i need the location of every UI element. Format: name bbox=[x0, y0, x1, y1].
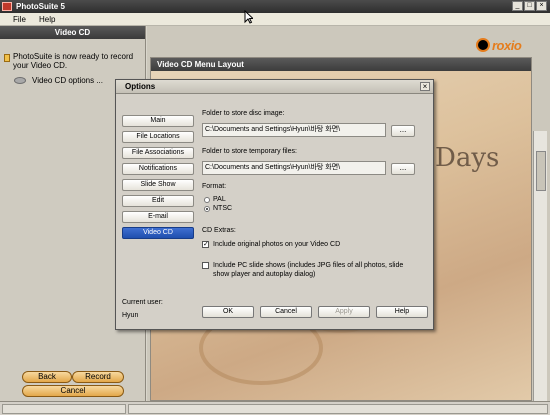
back-button[interactable]: Back bbox=[22, 371, 72, 383]
current-user-value: Hyun bbox=[122, 312, 139, 319]
include-original-checkbox[interactable]: ✓ bbox=[202, 241, 209, 248]
disc-image-path-input[interactable]: C:\Documents and Settings\Hyun\바탕 화면\ bbox=[202, 123, 386, 137]
info-icon bbox=[4, 54, 10, 62]
temp-files-path-input[interactable]: C:\Documents and Settings\Hyun\바탕 화면\ bbox=[202, 161, 386, 175]
menu-file[interactable]: File bbox=[13, 15, 26, 24]
temp-files-label: Folder to store temporary files: bbox=[202, 148, 297, 155]
nav-file-locations[interactable]: File Locations bbox=[122, 131, 194, 143]
nav-file-associations[interactable]: File Associations bbox=[122, 147, 194, 159]
roxio-logo: roxio bbox=[476, 36, 538, 56]
disc-image-label: Folder to store disc image: bbox=[202, 110, 285, 117]
mouse-cursor-icon bbox=[244, 10, 253, 24]
include-original-label: Include original photos on your Video CD bbox=[213, 241, 341, 248]
apply-button[interactable]: Apply bbox=[318, 306, 370, 318]
help-button[interactable]: Help bbox=[376, 306, 428, 318]
temp-files-browse-button[interactable]: ... bbox=[391, 163, 415, 175]
record-button[interactable]: Record bbox=[72, 371, 124, 383]
close-button[interactable]: × bbox=[536, 1, 547, 11]
nav-email[interactable]: E-mail bbox=[122, 211, 194, 223]
radio-pal-label: PAL bbox=[213, 196, 226, 203]
current-user-label: Current user: bbox=[122, 299, 163, 306]
minimize-button[interactable]: _ bbox=[512, 1, 523, 11]
roxio-logo-icon bbox=[476, 38, 490, 52]
vertical-scrollbar[interactable] bbox=[533, 131, 547, 401]
nav-video-cd[interactable]: Video CD bbox=[122, 227, 194, 239]
radio-ntsc-label: NTSC bbox=[213, 205, 233, 212]
window-title: PhotoSuite 5 bbox=[16, 2, 65, 11]
status-bar bbox=[0, 401, 550, 415]
info-text: PhotoSuite is now ready to record your V… bbox=[13, 52, 134, 70]
maximize-button[interactable]: □ bbox=[524, 1, 535, 11]
options-dialog: Options × Main File Locations File Assoc… bbox=[115, 79, 434, 330]
include-pc-slideshows-label: Include PC slide shows (includes JPG fil… bbox=[213, 262, 404, 278]
app-icon bbox=[2, 2, 12, 11]
roxio-logo-text: roxio bbox=[492, 38, 522, 53]
canvas-title: Video CD Menu Layout bbox=[151, 58, 531, 71]
nav-notifications[interactable]: Notifications bbox=[122, 163, 194, 175]
title-bar: PhotoSuite 5 _ □ × bbox=[0, 0, 550, 13]
nav-slide-show[interactable]: Slide Show bbox=[122, 179, 194, 191]
dialog-close-button[interactable]: × bbox=[420, 82, 430, 91]
cd-extras-label: CD Extras: bbox=[202, 227, 236, 234]
status-pane-right bbox=[128, 404, 548, 414]
menu-bar: File Help bbox=[0, 13, 550, 26]
disc-image-browse-button[interactable]: ... bbox=[391, 125, 415, 137]
vcd-options-label: Video CD options ... bbox=[32, 76, 104, 85]
radio-ntsc[interactable] bbox=[204, 206, 210, 212]
format-label: Format: bbox=[202, 183, 227, 190]
ok-button[interactable]: OK bbox=[202, 306, 254, 318]
radio-pal[interactable] bbox=[204, 197, 210, 203]
menu-help[interactable]: Help bbox=[39, 15, 55, 24]
status-pane-left bbox=[2, 404, 126, 414]
disc-icon bbox=[14, 77, 26, 84]
dialog-title: Options bbox=[116, 80, 433, 94]
nav-edit[interactable]: Edit bbox=[122, 195, 194, 207]
nav-main[interactable]: Main bbox=[122, 115, 194, 127]
left-panel-header: Video CD bbox=[0, 26, 145, 39]
dialog-cancel-button[interactable]: Cancel bbox=[260, 306, 312, 318]
canvas-overlay-text: Days bbox=[435, 143, 500, 173]
scrollbar-thumb[interactable] bbox=[536, 151, 546, 191]
cancel-button[interactable]: Cancel bbox=[22, 385, 124, 397]
include-pc-slideshows-checkbox[interactable] bbox=[202, 262, 209, 269]
